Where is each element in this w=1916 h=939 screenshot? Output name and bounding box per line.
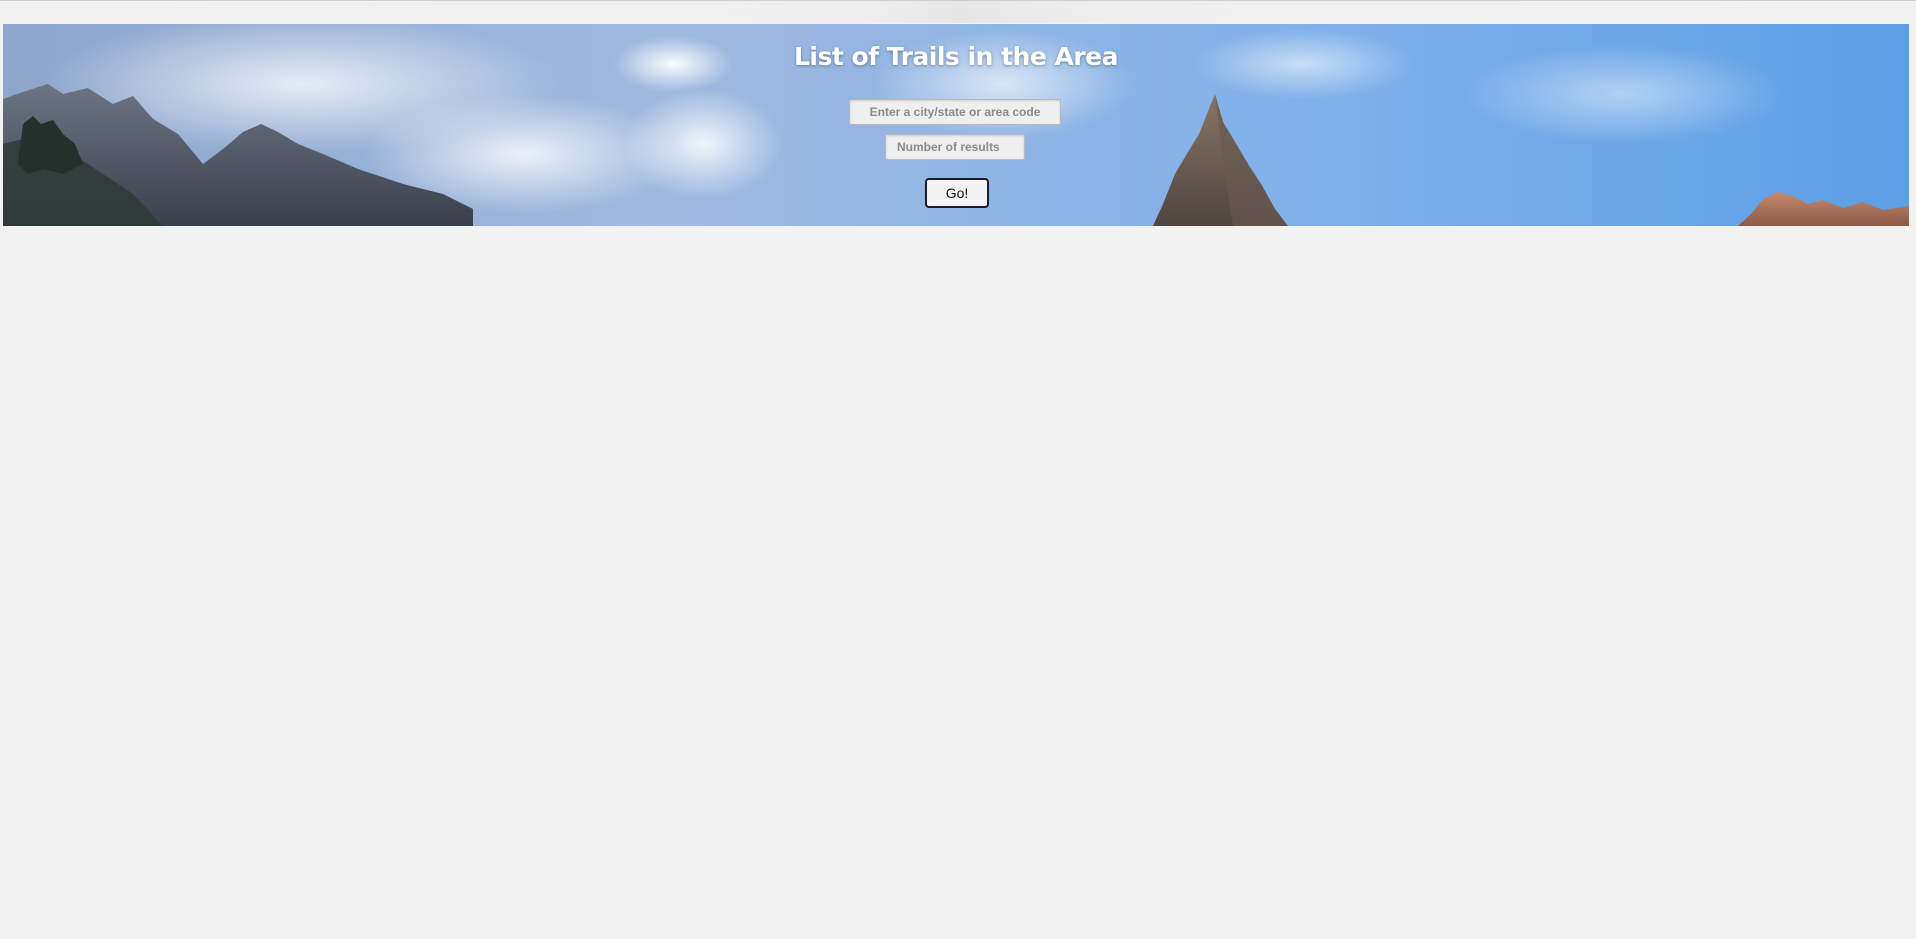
browser-top-strip	[0, 0, 1916, 23]
page-title: List of Trails in the Area	[794, 42, 1119, 71]
location-input[interactable]	[849, 99, 1061, 125]
hero-banner: List of Trails in the Area Go!	[3, 24, 1909, 226]
search-form: List of Trails in the Area Go!	[3, 24, 1909, 226]
results-count-input[interactable]	[885, 134, 1025, 160]
go-button[interactable]: Go!	[925, 178, 989, 208]
